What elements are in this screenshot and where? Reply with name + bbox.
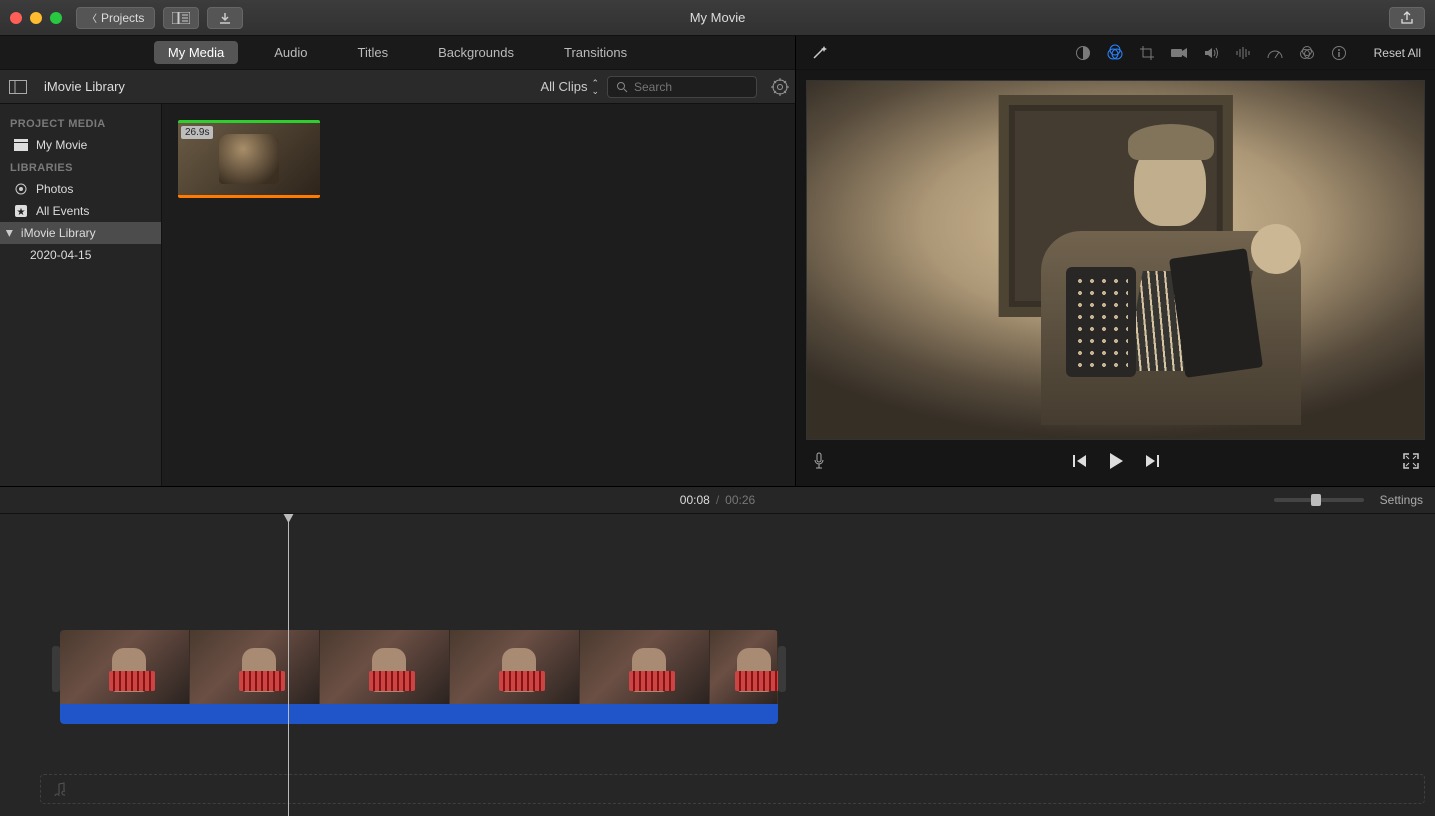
playback-bar <box>806 440 1425 482</box>
music-note-icon <box>53 782 65 796</box>
noise-reduction-icon[interactable] <box>1234 44 1252 62</box>
clip-filter-icon[interactable] <box>1298 44 1316 62</box>
clip-filter-dropdown[interactable]: All Clips ⌃⌄ <box>540 79 599 95</box>
tab-audio[interactable]: Audio <box>260 41 321 64</box>
sidebar-item-label: Photos <box>36 182 73 196</box>
background-music-well[interactable] <box>40 774 1425 804</box>
clip-filmstrip <box>60 630 778 704</box>
chevron-left-icon: 〈 <box>87 10 97 25</box>
sidebar-item-label: My Movie <box>36 138 87 152</box>
clip-filter-label: All Clips <box>540 79 587 94</box>
filmstrip-frame <box>60 630 190 704</box>
star-icon: ★ <box>14 204 28 218</box>
browser-settings-button[interactable] <box>771 78 789 96</box>
toolbar-left: 〈 Projects <box>76 7 243 29</box>
sidebar-item-label: iMovie Library <box>21 226 96 240</box>
filmstrip-frame <box>580 630 710 704</box>
search-icon <box>616 81 628 93</box>
voiceover-button[interactable] <box>812 452 826 470</box>
clip-trim-handle-left[interactable] <box>52 646 60 692</box>
clip-duration-badge: 26.9s <box>181 126 213 139</box>
search-input[interactable] <box>634 80 748 94</box>
window-controls <box>10 12 62 24</box>
tab-transitions[interactable]: Transitions <box>550 41 641 64</box>
share-button[interactable] <box>1389 7 1425 29</box>
filmstrip-frame <box>190 630 320 704</box>
color-balance-icon[interactable] <box>1106 44 1124 62</box>
filmstrip-frame <box>710 630 778 704</box>
tab-backgrounds[interactable]: Backgrounds <box>424 41 528 64</box>
info-icon[interactable] <box>1330 44 1348 62</box>
titlebar: 〈 Projects My Movie <box>0 0 1435 36</box>
tab-my-media[interactable]: My Media <box>154 41 238 64</box>
sidebar-item-label: All Events <box>36 204 89 218</box>
timeline-settings-button[interactable]: Settings <box>1380 493 1423 507</box>
project-duration: 00:26 <box>725 493 755 507</box>
library-breadcrumb: iMovie Library <box>44 79 125 94</box>
sidebar-item-imovie-library[interactable]: ▶ iMovie Library <box>0 222 161 244</box>
sidebar-item-label: 2020-04-15 <box>30 248 91 262</box>
timeline[interactable] <box>0 514 1435 816</box>
sidebar-item-photos[interactable]: Photos <box>0 178 161 200</box>
sidebar: PROJECT MEDIA My Movie LIBRARIES Photos <box>0 104 162 486</box>
play-button[interactable] <box>1108 452 1124 470</box>
svg-text:★: ★ <box>17 207 26 218</box>
filmstrip-frame <box>320 630 450 704</box>
browser-header: iMovie Library All Clips ⌃⌄ <box>0 70 795 104</box>
clip-audio-waveform[interactable] <box>60 704 778 724</box>
updown-icon: ⌃⌄ <box>591 79 599 95</box>
zoom-slider-thumb[interactable] <box>1311 494 1321 506</box>
speed-icon[interactable] <box>1266 44 1284 62</box>
browser-tabs: My Media Audio Titles Backgrounds Transi… <box>0 36 795 70</box>
clip-thumbnail[interactable]: 26.9s <box>178 120 320 198</box>
sidebar-toggle-button[interactable] <box>6 77 30 97</box>
thumbnail-image <box>219 134 279 184</box>
top-panels: My Media Audio Titles Backgrounds Transi… <box>0 36 1435 486</box>
minimize-window-button[interactable] <box>30 12 42 24</box>
preview-image <box>807 81 1424 439</box>
auto-enhance-icon[interactable] <box>1074 44 1092 62</box>
next-frame-button[interactable] <box>1144 454 1160 468</box>
crop-icon[interactable] <box>1138 44 1156 62</box>
sidebar-heading-libraries: LIBRARIES <box>0 156 161 178</box>
view-switcher-button[interactable] <box>163 7 199 29</box>
sidebar-heading-project: PROJECT MEDIA <box>0 112 161 134</box>
filmstrip-frame <box>450 630 580 704</box>
window-title: My Movie <box>690 10 746 25</box>
timeline-header: 00:08 / 00:26 Settings <box>0 486 1435 514</box>
projects-button[interactable]: 〈 Projects <box>76 7 155 29</box>
close-window-button[interactable] <box>10 12 22 24</box>
volume-icon[interactable] <box>1202 44 1220 62</box>
playhead-time: 00:08 <box>680 493 710 507</box>
projects-label: Projects <box>101 11 144 25</box>
zoom-window-button[interactable] <box>50 12 62 24</box>
viewer-pane: Reset All <box>796 36 1435 486</box>
import-button[interactable] <box>207 7 243 29</box>
photos-icon <box>14 182 28 196</box>
viewer-toolbar: Reset All <box>796 36 1435 70</box>
clip-trim-handle-right[interactable] <box>778 646 786 692</box>
disclosure-triangle-icon[interactable]: ▶ <box>4 230 15 237</box>
clapper-icon <box>14 139 28 151</box>
sidebar-item-my-movie[interactable]: My Movie <box>0 134 161 156</box>
enhance-wand-button[interactable] <box>810 44 828 62</box>
adjustment-icons <box>1074 44 1348 62</box>
sidebar-item-event-date[interactable]: 2020-04-15 <box>0 244 161 266</box>
fullscreen-button[interactable] <box>1403 453 1419 469</box>
tab-titles[interactable]: Titles <box>344 41 403 64</box>
timeline-clip[interactable] <box>60 630 778 724</box>
time-separator: / <box>716 493 719 507</box>
browser-body: PROJECT MEDIA My Movie LIBRARIES Photos <box>0 104 795 486</box>
sidebar-item-all-events[interactable]: ★ All Events <box>0 200 161 222</box>
timeline-zoom-slider[interactable] <box>1274 498 1364 502</box>
clip-grid[interactable]: 26.9s <box>162 104 795 486</box>
search-field[interactable] <box>607 76 757 98</box>
viewer-frame <box>796 70 1435 486</box>
playhead[interactable] <box>288 514 289 816</box>
viewer-canvas[interactable] <box>806 80 1425 440</box>
reset-all-button[interactable]: Reset All <box>1374 46 1421 60</box>
previous-frame-button[interactable] <box>1072 454 1088 468</box>
media-browser-pane: My Media Audio Titles Backgrounds Transi… <box>0 36 796 486</box>
stabilization-icon[interactable] <box>1170 44 1188 62</box>
